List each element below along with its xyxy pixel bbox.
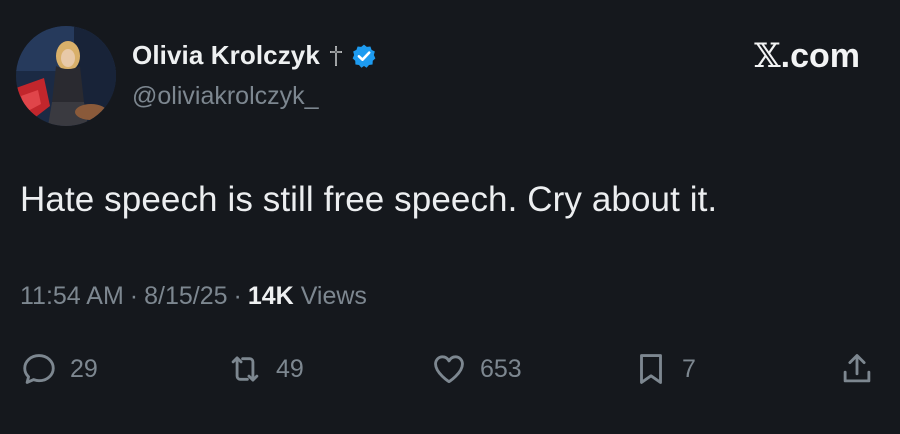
reply-icon <box>23 354 55 384</box>
like-button[interactable]: 653 <box>430 346 522 392</box>
avatar-photo <box>16 26 116 126</box>
author-handle[interactable]: @oliviakrolczyk_ <box>132 82 319 111</box>
tweet-date[interactable]: 8/15/25 <box>144 282 227 310</box>
retweet-icon <box>231 356 259 382</box>
retweet-count: 49 <box>276 354 304 383</box>
share-icon <box>843 354 871 383</box>
x-glyph: 𝕏 <box>754 36 781 76</box>
verified-icon <box>351 43 377 69</box>
tweet-text: Hate speech is still free speech. Cry ab… <box>20 180 718 219</box>
tweet-time[interactable]: 11:54 AM <box>20 282 124 310</box>
author-display-name[interactable]: Olivia Krolczyk <box>132 40 320 71</box>
reply-count: 29 <box>70 354 98 383</box>
bookmark-icon <box>640 354 662 384</box>
like-count: 653 <box>480 354 522 383</box>
avatar[interactable] <box>16 26 116 126</box>
bookmark-button[interactable]: 7 <box>632 346 696 392</box>
meta-separator: · <box>129 282 139 310</box>
views-label: Views <box>300 282 367 310</box>
tweet-card: Olivia Krolczyk @oliviakrolczyk_ 𝕏.com H… <box>0 0 900 434</box>
views-count: 14K <box>247 282 294 310</box>
heart-icon <box>434 355 464 384</box>
retweet-button[interactable]: 49 <box>226 346 304 392</box>
x-logo: 𝕏.com <box>754 36 860 76</box>
tweet-meta: 11:54 AM · 8/15/25 · 14K Views <box>20 282 367 311</box>
cross-icon <box>328 45 344 67</box>
author-name-row: Olivia Krolczyk <box>132 40 377 71</box>
brand-suffix: .com <box>780 37 860 75</box>
action-bar: 29 49 653 7 <box>0 346 900 396</box>
bookmark-count: 7 <box>682 354 696 383</box>
share-button[interactable] <box>838 346 876 392</box>
meta-separator: · <box>233 282 242 310</box>
reply-button[interactable]: 29 <box>20 346 98 392</box>
